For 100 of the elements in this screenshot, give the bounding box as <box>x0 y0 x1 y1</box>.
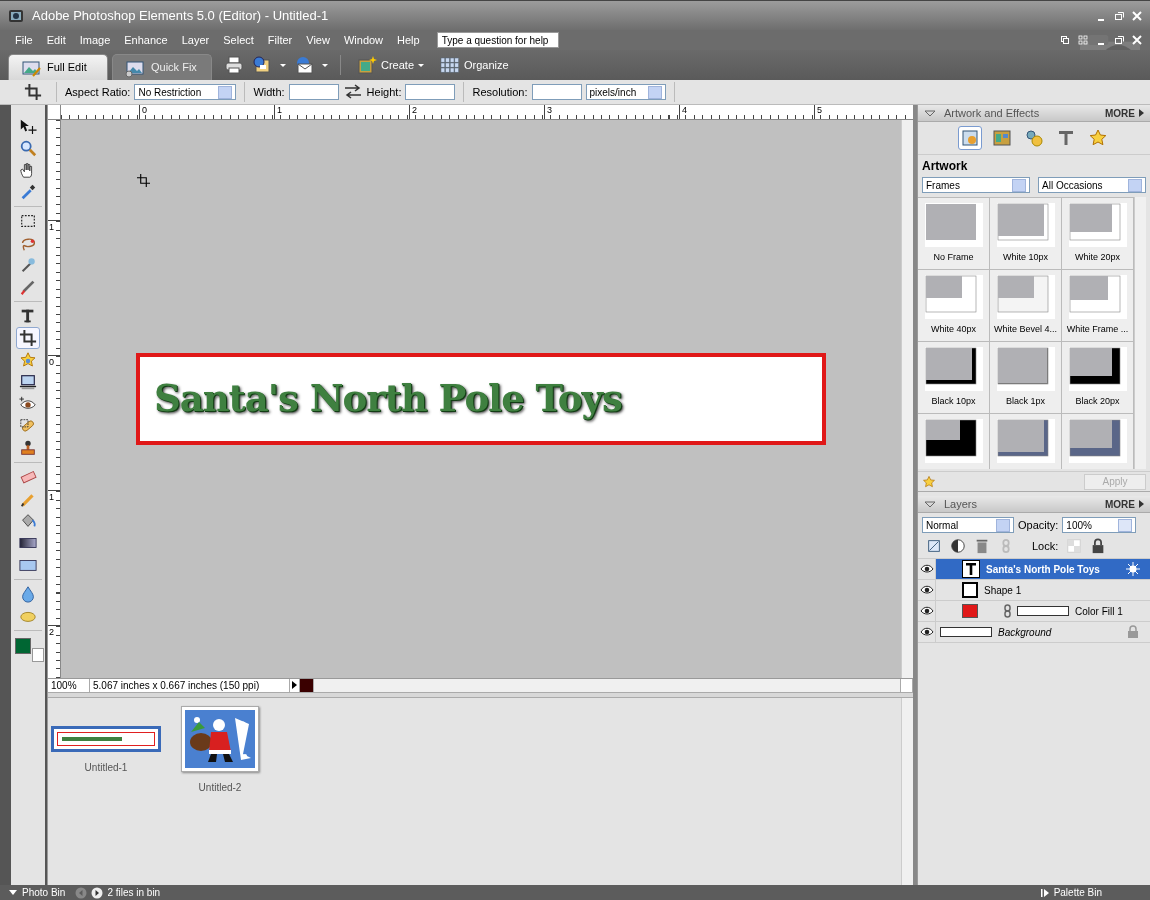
printer-icon[interactable] <box>224 55 244 75</box>
foreground-color-swatch[interactable] <box>15 638 31 654</box>
ruler-label: 2 <box>409 105 544 119</box>
caret-icon[interactable] <box>418 63 425 67</box>
dropdown[interactable]: pixels/inch <box>585 84 666 100</box>
menu-item[interactable]: Help <box>390 31 427 49</box>
tile-icon[interactable] <box>1078 34 1088 46</box>
star-icon[interactable] <box>922 474 936 489</box>
picture-icon <box>960 128 980 148</box>
restore-icon[interactable] <box>1114 34 1124 46</box>
crop-icon <box>19 329 37 347</box>
photo-bin-toggle[interactable]: Photo Bin <box>22 885 66 900</box>
bin-file[interactable]: Untitled-1 <box>51 706 161 775</box>
swap-icon[interactable] <box>342 82 363 102</box>
frame-thumbnail[interactable] <box>1068 347 1127 391</box>
type-icon <box>1056 128 1076 148</box>
frame-thumbnail[interactable] <box>996 347 1055 391</box>
brush-icon <box>19 278 37 296</box>
frame-thumbnail[interactable] <box>924 347 983 391</box>
field-label: Resolution: <box>472 84 528 100</box>
menu-item[interactable]: Image <box>72 31 118 49</box>
frame-thumbnail[interactable] <box>1068 203 1127 247</box>
help-field[interactable]: Type a question for help <box>436 32 559 48</box>
collapse-icon[interactable] <box>924 108 936 118</box>
frame-thumbnail[interactable] <box>1068 419 1127 463</box>
height-field[interactable] <box>405 84 456 100</box>
background-color-swatch[interactable] <box>32 648 44 662</box>
menu-item[interactable]: Window <box>336 31 391 49</box>
window-title: Adobe Photoshop Elements 5.0 (Editor) - Untitled-1 <box>32 6 329 25</box>
collapse-icon[interactable] <box>924 499 936 509</box>
expand-icon[interactable] <box>1040 887 1050 898</box>
menu-item[interactable]: File <box>8 31 40 49</box>
layer-row[interactable]: Santa's North Pole Toys <box>936 559 1150 579</box>
tool-button[interactable] <box>16 327 40 349</box>
caret-icon[interactable] <box>322 63 328 67</box>
layer-row[interactable]: Background <box>936 622 1150 642</box>
file-count: 2 files in bin <box>107 886 161 900</box>
menu-item[interactable]: Select <box>216 31 261 49</box>
ruler-label: 1 <box>48 490 60 625</box>
width-field[interactable] <box>288 84 339 100</box>
half-circle-icon[interactable] <box>950 537 966 554</box>
frame-label: White 40px <box>931 323 976 336</box>
organize-button[interactable]: Organize <box>436 55 513 75</box>
more-button[interactable]: MORE <box>1105 105 1144 121</box>
caret-icon[interactable] <box>280 63 286 67</box>
restore-icon[interactable] <box>1114 9 1124 22</box>
menu-item[interactable]: Filter <box>260 31 300 49</box>
menu-item[interactable]: Enhance <box>117 31 175 49</box>
mode-tab[interactable]: Full Edit <box>8 54 108 80</box>
scrollbar[interactable] <box>901 698 913 885</box>
layer-thumbnail <box>940 627 992 637</box>
menu-item[interactable]: Layer <box>174 31 217 49</box>
create-button[interactable]: Create <box>353 55 429 75</box>
menu-item[interactable]: Edit <box>39 31 73 49</box>
collapse-icon[interactable] <box>8 888 18 897</box>
scrollbar[interactable] <box>314 679 901 692</box>
close-icon[interactable] <box>1132 34 1142 46</box>
layer-name: Color Fill 1 <box>1075 604 1123 619</box>
frame-thumbnail[interactable] <box>996 275 1055 319</box>
scrollbar[interactable] <box>901 120 913 678</box>
eye-icon[interactable] <box>919 626 934 638</box>
ruler-label: 1 <box>274 105 409 119</box>
next-icon[interactable] <box>91 886 104 899</box>
resolution-field[interactable] <box>531 84 582 100</box>
dropdown[interactable]: Frames <box>922 177 1030 193</box>
envelope-icon[interactable] <box>294 55 314 75</box>
category-tab[interactable] <box>958 126 982 150</box>
menu-item[interactable]: View <box>299 31 337 49</box>
frame-thumbnail[interactable] <box>924 203 983 247</box>
trash-icon[interactable] <box>974 537 990 554</box>
cascade-icon[interactable] <box>1060 34 1070 46</box>
new-layer-icon[interactable] <box>926 537 942 554</box>
eraser-icon <box>19 468 37 486</box>
eye-icon[interactable] <box>919 605 934 617</box>
layer-row[interactable]: Color Fill 1 <box>936 601 1150 621</box>
mode-tab[interactable]: Quick Fix <box>112 54 212 80</box>
dropdown[interactable]: No Restriction <box>134 84 237 100</box>
dropdown[interactable]: Normal <box>922 517 1014 534</box>
more-button[interactable]: MORE <box>1105 496 1144 512</box>
frame-label: Black 1px <box>1006 395 1045 408</box>
panel-title: Layers <box>944 496 978 512</box>
frame-thumbnail[interactable] <box>996 419 1055 463</box>
scrollbar[interactable] <box>1134 197 1146 469</box>
close-icon[interactable] <box>1132 9 1142 22</box>
checker-icon[interactable] <box>1066 537 1083 554</box>
frame-label: White 10px <box>1003 251 1048 264</box>
ruler-label: 1 <box>48 220 60 355</box>
frame-label: Black 10px <box>931 395 976 408</box>
magnifier-icon <box>19 139 37 157</box>
dropdown[interactable]: All Occasions <box>1038 177 1146 193</box>
frame-thumbnail[interactable] <box>996 203 1055 247</box>
palette-bin-toggle[interactable]: Palette Bin <box>1053 885 1102 900</box>
frame-thumbnail[interactable] <box>924 275 983 319</box>
eye-icon[interactable] <box>919 563 934 575</box>
frame-thumbnail[interactable] <box>924 419 983 463</box>
eye-icon[interactable] <box>919 584 934 596</box>
opacity-field[interactable]: 100% <box>1062 517 1137 534</box>
frame-thumbnail[interactable] <box>1068 275 1127 319</box>
layer-row[interactable]: Shape 1 <box>936 580 1150 600</box>
globe-document-icon[interactable] <box>252 55 272 75</box>
